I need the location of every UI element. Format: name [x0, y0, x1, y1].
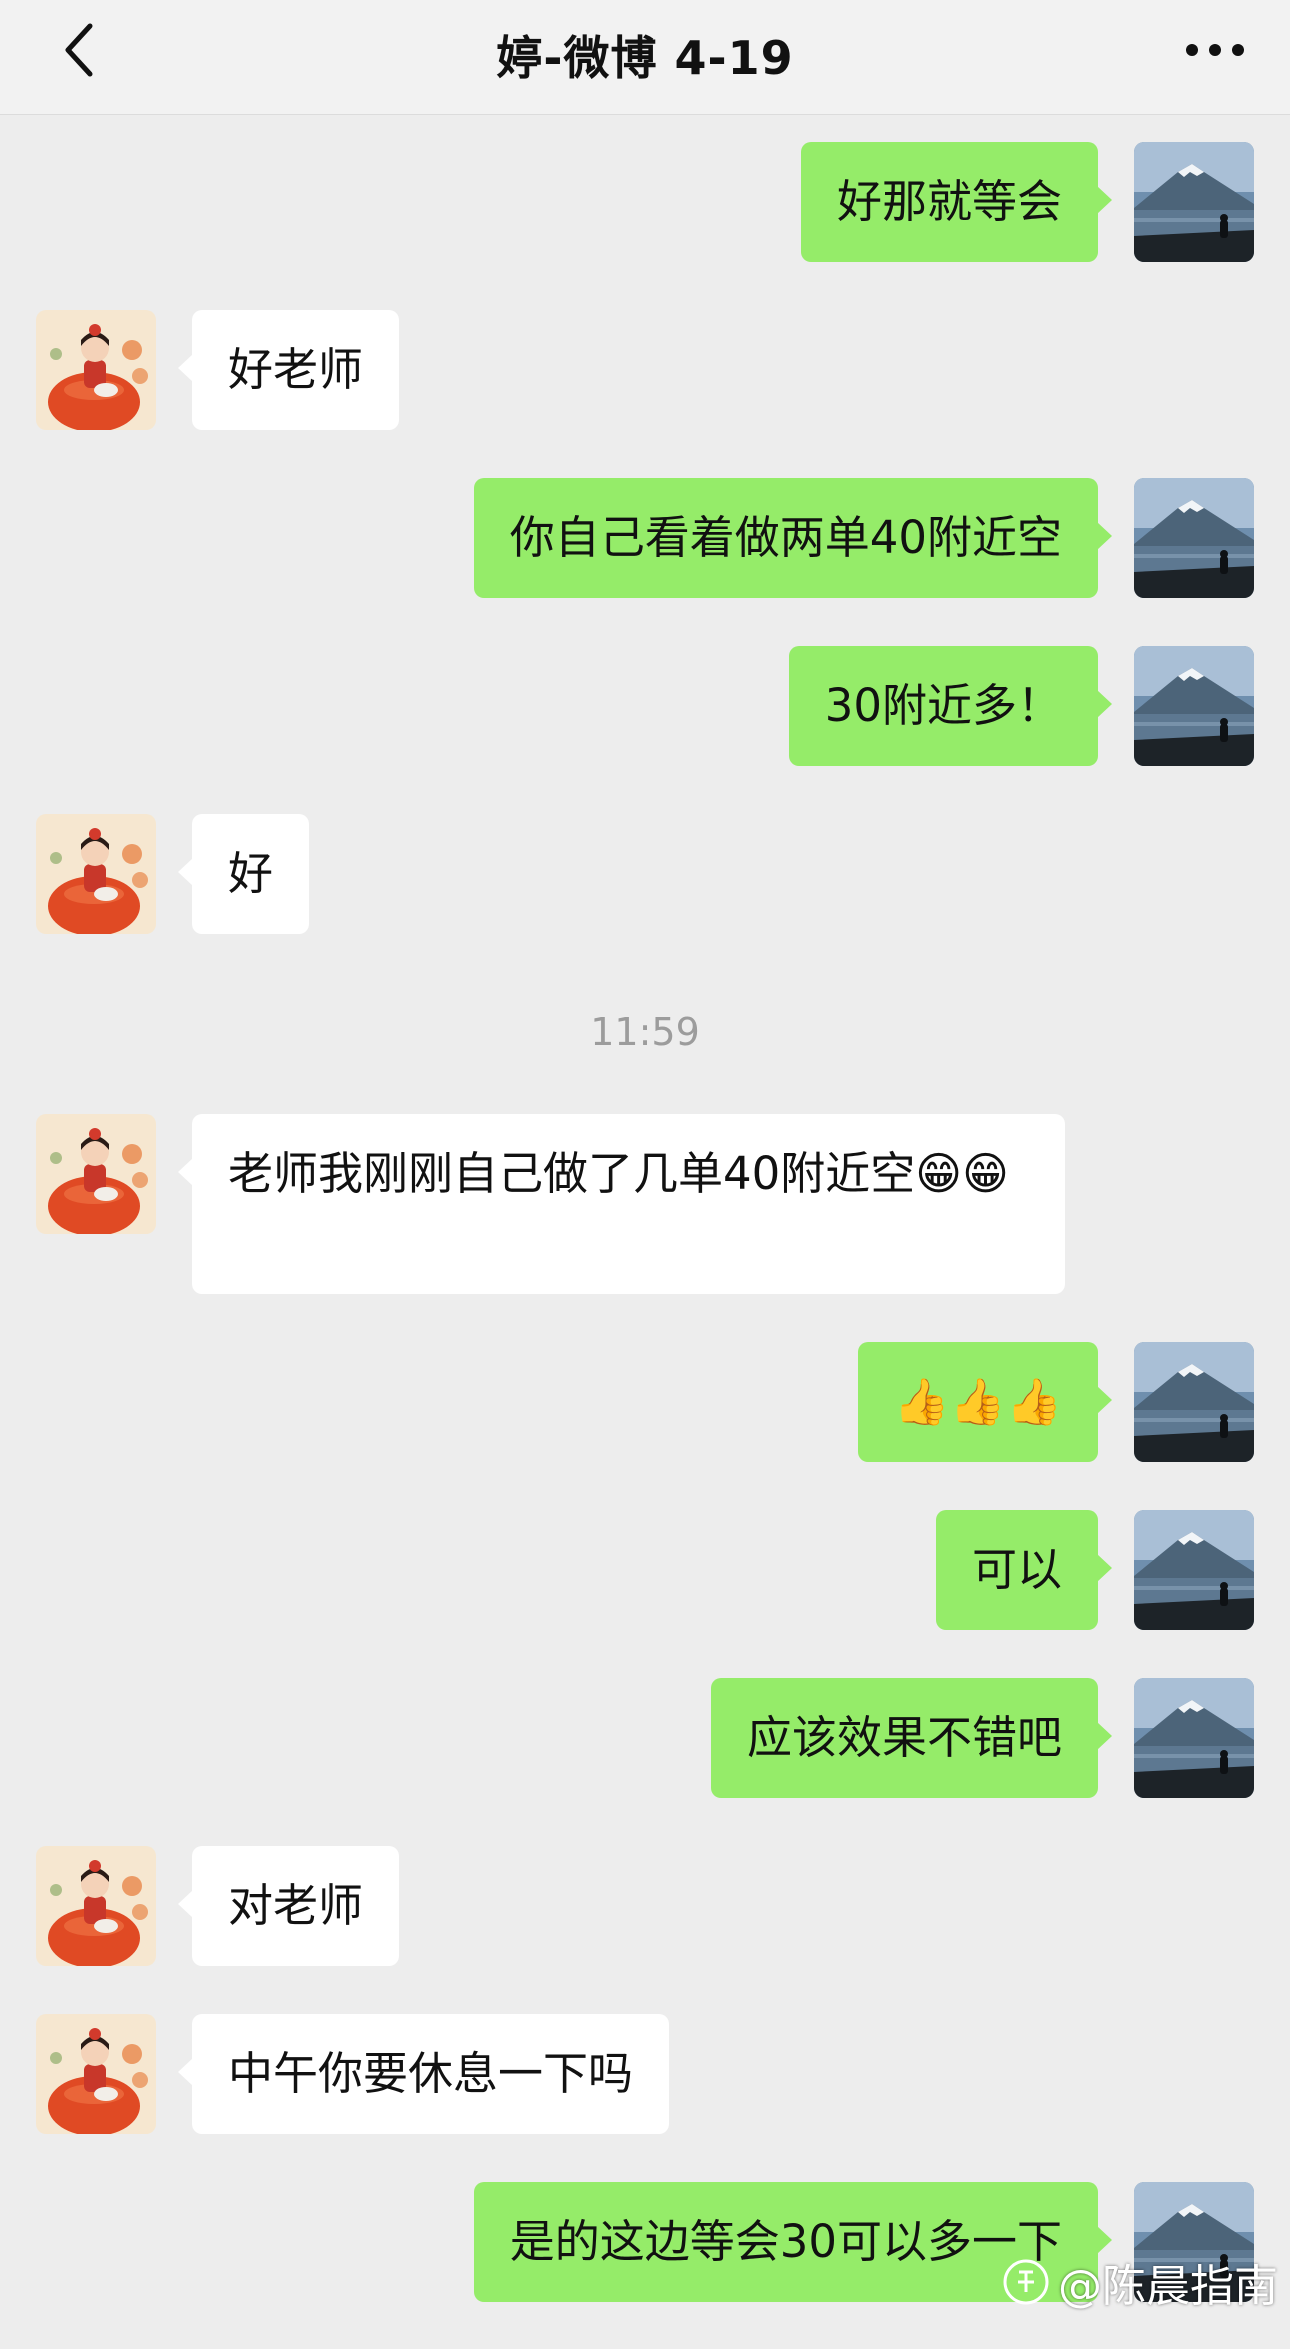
message-bubble-incoming[interactable]: 中午你要休息一下吗	[177, 2014, 670, 2134]
message-bubble-outgoing[interactable]: 你自己看着做两单40附近空	[473, 478, 1113, 598]
message-timestamp: 11:59	[590, 1010, 700, 1054]
chat-header: 婷-微博 4-19	[0, 0, 1290, 115]
message-row: 好	[0, 814, 1290, 934]
self-avatar[interactable]	[1134, 478, 1254, 598]
message-bubble-outgoing[interactable]: 可以	[935, 1510, 1113, 1630]
message-bubble-incoming[interactable]: 对老师	[177, 1846, 400, 1966]
self-avatar[interactable]	[1134, 646, 1254, 766]
message-row: 应该效果不错吧	[0, 1678, 1290, 1798]
zhihu-logo-icon	[1003, 2259, 1049, 2305]
message-row: 对老师	[0, 1846, 1290, 1966]
contact-avatar[interactable]	[36, 1846, 156, 1966]
message-bubble-incoming[interactable]: 老师我刚刚自己做了几单40附近空😁😁	[178, 1114, 1065, 1294]
message-row: 可以	[0, 1510, 1290, 1630]
contact-avatar[interactable]	[36, 1114, 156, 1234]
more-dots-icon	[1186, 44, 1244, 56]
message-bubble-incoming[interactable]: 好	[177, 814, 310, 934]
watermark-text: @陈晨指南	[1058, 2261, 1278, 2312]
message-row: 好那就等会	[0, 142, 1290, 262]
message-bubble-outgoing[interactable]: 👍👍👍	[857, 1342, 1113, 1462]
contact-avatar[interactable]	[36, 2014, 156, 2134]
more-options-button[interactable]	[1180, 28, 1250, 72]
message-row: 30附近多！	[0, 646, 1290, 766]
message-bubble-outgoing[interactable]: 好那就等会	[800, 142, 1113, 262]
contact-avatar[interactable]	[36, 310, 156, 430]
message-row: 👍👍👍	[0, 1342, 1290, 1462]
message-bubble-incoming[interactable]: 好老师	[177, 310, 400, 430]
self-avatar[interactable]	[1134, 1342, 1254, 1462]
message-bubble-outgoing[interactable]: 30附近多！	[788, 646, 1113, 766]
watermark: @陈晨指南	[1002, 2250, 1278, 2314]
self-avatar[interactable]	[1134, 1678, 1254, 1798]
self-avatar[interactable]	[1134, 142, 1254, 262]
message-row: 好老师	[0, 310, 1290, 430]
message-row: 中午你要休息一下吗	[0, 2014, 1290, 2134]
self-avatar[interactable]	[1134, 1510, 1254, 1630]
message-row: 老师我刚刚自己做了几单40附近空😁😁	[0, 1114, 1290, 1294]
chat-title: 婷-微博 4-19	[496, 31, 794, 85]
message-bubble-outgoing[interactable]: 应该效果不错吧	[710, 1678, 1113, 1798]
contact-avatar[interactable]	[36, 814, 156, 934]
message-row: 你自己看着做两单40附近空	[0, 478, 1290, 598]
